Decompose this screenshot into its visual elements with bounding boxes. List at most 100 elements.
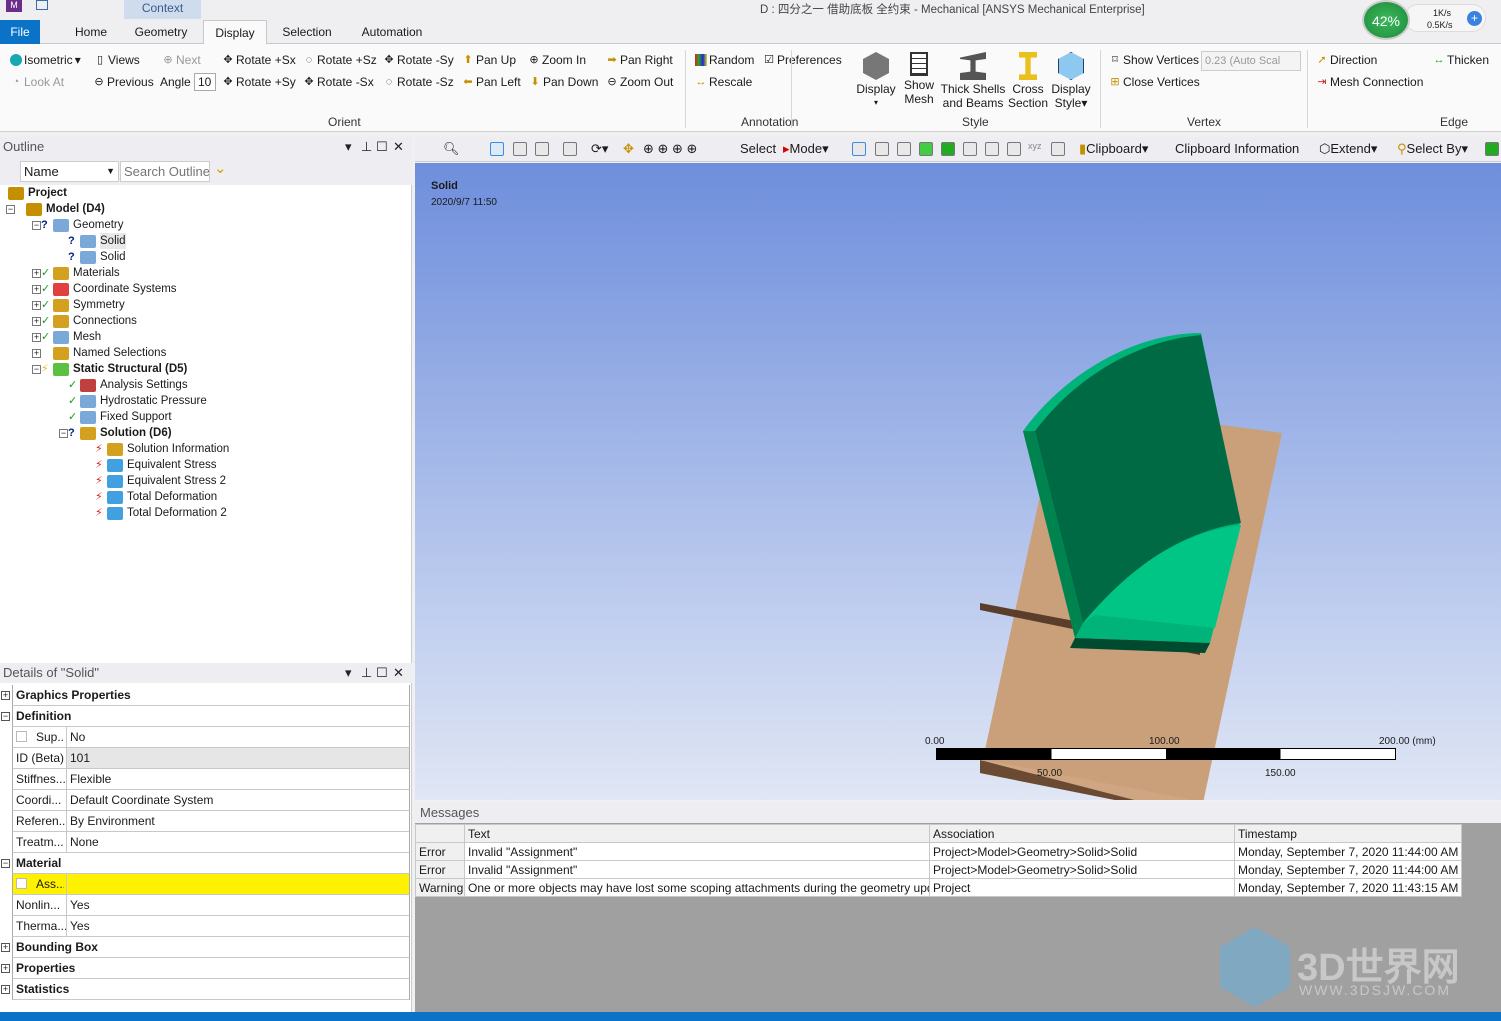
expand-icon[interactable]: + (32, 317, 41, 326)
select-edge-icon[interactable] (897, 142, 911, 156)
angle-input[interactable]: 10 (194, 73, 216, 91)
collapse-icon[interactable]: − (1, 712, 10, 721)
random-button[interactable]: Random (695, 53, 754, 67)
select-elemface-icon[interactable] (1007, 142, 1021, 156)
zoom-tools-icon[interactable]: ⊕ ⊕ ⊕ ⊕ (643, 141, 697, 157)
expand-icon[interactable]: + (1, 964, 10, 973)
rotate-psx-button[interactable]: ✥ Rotate +Sx (222, 53, 295, 67)
pan-down-button[interactable]: ⬇ Pan Down (529, 75, 598, 89)
property-value[interactable]: Flexible (66, 769, 409, 789)
tab-display[interactable]: Display (203, 20, 267, 45)
isometric-button[interactable]: Isometric ▾ (10, 53, 81, 67)
direction-button[interactable]: ➚ Direction (1316, 53, 1377, 67)
preferences-button[interactable]: ☑ Preferences (763, 53, 842, 67)
rotate-icon[interactable]: ⟳▾ (591, 141, 608, 157)
solid-view-icon[interactable] (490, 142, 504, 156)
extend-button[interactable]: ⬡Extend▾ (1319, 141, 1377, 157)
vertex-scale-select[interactable]: 0.23 (Auto Scal (1201, 51, 1301, 71)
details-section[interactable]: Statistics (12, 979, 410, 1000)
details-row[interactable]: Sup...No (12, 727, 410, 748)
details-section[interactable]: Definition (12, 706, 410, 727)
details-section[interactable]: Properties (12, 958, 410, 979)
tree-item[interactable]: ? Solid (68, 233, 126, 249)
views-button[interactable]: ▯ Views (94, 53, 140, 67)
details-section[interactable]: Material (12, 853, 410, 874)
previous-button[interactable]: ⊖ Previous (93, 75, 153, 89)
expand-icon[interactable]: + (32, 301, 41, 310)
pan-up-button[interactable]: ⬆ Pan Up (462, 53, 516, 67)
name-filter-select[interactable]: Name ▼ (20, 161, 119, 182)
tab-home[interactable]: Home (64, 20, 118, 44)
checkbox[interactable] (16, 731, 27, 742)
tree-item[interactable]: ✓ Connections (41, 313, 137, 329)
tree-item[interactable]: ✓ Materials (41, 265, 120, 281)
pan-left-button[interactable]: ⬅ Pan Left (462, 75, 520, 89)
rotate-msy-button[interactable]: ✥ Rotate -Sy (383, 53, 453, 67)
select-body-icon[interactable] (941, 142, 955, 156)
select-vertex-icon[interactable] (875, 142, 889, 156)
tab-selection[interactable]: Selection (276, 20, 338, 44)
checkbox[interactable] (16, 878, 27, 889)
box-zoom-icon[interactable] (563, 142, 577, 156)
search-outline-input[interactable] (120, 161, 210, 182)
tree-item[interactable]: ? Solid (68, 249, 126, 265)
tree-item[interactable]: Model (D4) (14, 201, 105, 217)
clipboard-info-button[interactable]: Clipboard Information (1175, 141, 1299, 156)
property-value[interactable]: Yes (66, 916, 409, 936)
close-vertices-button[interactable]: ⊞ Close Vertices (1109, 75, 1199, 89)
rotate-psy-button[interactable]: ✥ Rotate +Sy (222, 75, 295, 89)
tree-item[interactable]: ✓ Hydrostatic Pressure (68, 393, 207, 409)
graphics-viewport[interactable]: Solid 2020/9/7 11:50 0.00 100.00 200.00 … (415, 163, 1501, 800)
plus-icon[interactable]: + (1467, 11, 1482, 26)
details-row[interactable]: ID (Beta) 101 (12, 748, 410, 769)
details-row[interactable]: Treatm... None (12, 832, 410, 853)
dropdown-icon[interactable]: ▾ (345, 663, 352, 683)
property-value[interactable] (66, 874, 409, 894)
rotate-msx-button[interactable]: ✥ Rotate -Sx (303, 75, 373, 89)
thick-shells-button[interactable]: Thick Shells and Beams (940, 52, 1006, 110)
convert-icon[interactable] (1485, 142, 1499, 156)
details-section[interactable]: Graphics Properties (12, 685, 410, 706)
details-row[interactable]: Therma... Yes (12, 916, 410, 937)
zoom-in-button[interactable]: ⊕ Zoom In (528, 53, 586, 67)
clipboard-button[interactable]: ▮Clipboard▾ (1079, 141, 1148, 157)
details-row[interactable]: Nonlin... Yes (12, 895, 410, 916)
property-value[interactable]: By Environment (66, 811, 409, 831)
hidden-icon[interactable] (535, 142, 549, 156)
pin-icon[interactable]: ⊥ (361, 137, 372, 157)
tree-item[interactable]: Named Selections (41, 345, 166, 361)
maximize-icon[interactable]: ☐ (376, 137, 388, 157)
expand-icon[interactable]: + (32, 269, 41, 278)
select-single-icon[interactable] (852, 142, 866, 156)
tree-item[interactable]: ✓ Coordinate Systems (41, 281, 177, 297)
tree-item[interactable]: ✓ Fixed Support (68, 409, 172, 425)
expand-icon[interactable]: + (1, 691, 10, 700)
tree-item[interactable]: ✓ Symmetry (41, 297, 125, 313)
property-value[interactable]: No (66, 727, 409, 747)
tree-item[interactable]: ⚡ Total Deformation 2 (95, 505, 227, 521)
property-value[interactable]: Yes (66, 895, 409, 915)
select-by-button[interactable]: ⚲Select By▾ (1397, 141, 1468, 157)
close-icon[interactable]: ✕ (393, 137, 404, 157)
message-row[interactable]: Warning One or more objects may have lost… (415, 878, 1463, 897)
select-element-icon[interactable] (985, 142, 999, 156)
zoom-out-button[interactable]: ⊖ Zoom Out (606, 75, 673, 89)
expand-icon[interactable]: + (32, 349, 41, 358)
expand-icon[interactable]: + (1, 985, 10, 994)
tree-item[interactable]: ⚡ Equivalent Stress (95, 457, 217, 473)
details-row[interactable]: Ass... (12, 874, 410, 895)
wireframe-icon[interactable] (513, 142, 527, 156)
tree-item[interactable]: Project (0, 185, 67, 201)
look-at-button[interactable]: ◔ Look At (10, 75, 64, 89)
property-value[interactable]: Default Coordinate System (66, 790, 409, 810)
pin-icon[interactable]: ⊥ (361, 663, 372, 683)
coordinate-icon[interactable]: xyz (1028, 141, 1042, 151)
cross-section-button[interactable]: Cross Section (1008, 52, 1048, 110)
dropdown-icon[interactable]: ▾ (345, 137, 352, 157)
collapse-icon[interactable]: − (6, 205, 15, 214)
chevron-down-icon[interactable]: ⌄ (214, 159, 227, 177)
pan-right-button[interactable]: ➡ Pan Right (606, 53, 672, 67)
save-icon[interactable] (36, 0, 48, 10)
tree-item[interactable]: ✓ Analysis Settings (68, 377, 188, 393)
collapse-icon[interactable]: − (59, 429, 68, 438)
